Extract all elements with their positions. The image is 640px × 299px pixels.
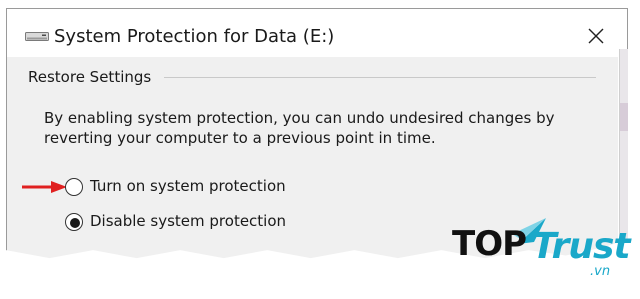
restore-description: By enabling system protection, you can u… [44,109,555,147]
background-window-tab [620,103,628,131]
logo-trust-text: Trust [532,226,631,267]
title-bar: System Protection for Data (E:) [7,9,627,57]
radio-circle[interactable] [65,213,83,231]
window-title: System Protection for Data (E:) [54,26,335,47]
restore-settings-heading: Restore Settings [28,68,152,86]
radio-circle[interactable] [65,178,83,196]
group-divider [164,77,596,78]
red-arrow-icon [22,181,67,193]
close-icon[interactable] [583,23,609,49]
drive-icon [25,32,49,41]
logo-top-text: TOP [452,224,527,264]
radio-turn-on-label: Turn on system protection [90,177,286,195]
logo-vn-text: .vn [590,264,611,279]
toptrust-watermark-logo: TOP Trust .vn [452,216,632,286]
radio-selected-dot [70,218,80,228]
radio-disable-label: Disable system protection [90,212,287,230]
